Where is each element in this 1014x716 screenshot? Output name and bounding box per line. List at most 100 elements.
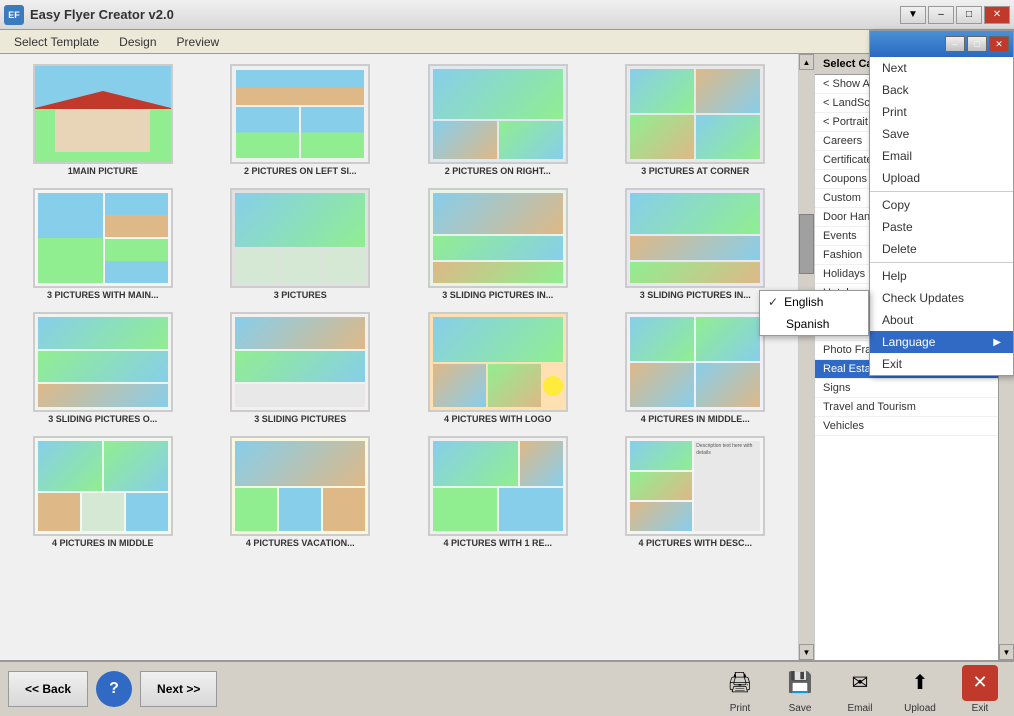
main-content: 1MAIN PICTURE 2 PICTURES ON LEFT SI... <box>0 54 1014 660</box>
tab-select-template[interactable]: Select Template <box>4 33 109 51</box>
lang-item-spanish[interactable]: Spanish <box>760 313 868 335</box>
list-item[interactable]: 3 PICTURES AT CORNER <box>601 62 791 178</box>
close-btn[interactable]: ✕ <box>984 6 1010 24</box>
next-button[interactable]: Next >> <box>140 671 217 707</box>
dd-maximize[interactable]: □ <box>967 36 987 52</box>
list-item[interactable]: 4 PICTURES IN MIDDLE <box>8 434 198 550</box>
template-label: 4 PICTURES WITH DESC... <box>638 538 752 548</box>
bottom-toolbar: << Back ? Next >> 🖨 Print 💾 Save ✉ Email… <box>0 660 1014 716</box>
template-label: 3 PICTURES WITH MAIN... <box>47 290 159 300</box>
scroll-up-arrow[interactable]: ▲ <box>799 54 814 70</box>
list-item[interactable]: 4 PICTURES VACATION... <box>206 434 396 550</box>
title-bar-left: EF Easy Flyer Creator v2.0 <box>4 5 174 25</box>
dd-item-email[interactable]: Email <box>870 145 1013 167</box>
dd-item-checkupdates[interactable]: Check Updates <box>870 287 1013 309</box>
minimize-btn[interactable]: – <box>928 6 954 24</box>
template-label: 3 PICTURES AT CORNER <box>641 166 749 176</box>
dd-item-copy[interactable]: Copy <box>870 194 1013 216</box>
dd-item-print[interactable]: Print <box>870 101 1013 123</box>
template-thumb <box>428 312 568 412</box>
category-item-vehicles[interactable]: Vehicles <box>815 417 998 436</box>
template-label: 3 SLIDING PICTURES IN... <box>442 290 553 300</box>
upload-label: Upload <box>904 703 936 714</box>
list-item[interactable]: 3 SLIDING PICTURES IN... <box>601 186 791 302</box>
app-icon: EF <box>4 5 24 25</box>
scroll-thumb[interactable] <box>799 214 814 274</box>
maximize-btn[interactable]: □ <box>956 6 982 24</box>
list-item[interactable]: 4 PICTURES WITH LOGO <box>403 310 593 426</box>
template-thumb <box>33 436 173 536</box>
email-label: Email <box>847 703 872 714</box>
upload-button[interactable]: ⬆ Upload <box>894 665 946 714</box>
title-bar: EF Easy Flyer Creator v2.0 ▼ – □ ✕ <box>0 0 1014 30</box>
dd-close[interactable]: ✕ <box>989 36 1009 52</box>
list-item[interactable]: 1MAIN PICTURE <box>8 62 198 178</box>
template-thumb <box>625 188 765 288</box>
template-label: 2 PICTURES ON RIGHT... <box>445 166 551 176</box>
category-item-travel[interactable]: Travel and Tourism <box>815 398 998 417</box>
dropdown-menu: – □ ✕ Next Back Print Save Email Upload … <box>869 30 1014 376</box>
category-item-signs[interactable]: Signs <box>815 379 998 398</box>
template-label: 4 PICTURES WITH LOGO <box>444 414 552 424</box>
email-button[interactable]: ✉ Email <box>834 665 886 714</box>
template-label: 4 PICTURES IN MIDDLE... <box>641 414 750 424</box>
dd-item-help[interactable]: Help <box>870 265 1013 287</box>
template-label: 1MAIN PICTURE <box>68 166 138 176</box>
dd-item-exit[interactable]: Exit <box>870 353 1013 375</box>
grid-scrollbar[interactable]: ▲ ▼ <box>798 54 814 660</box>
list-item[interactable]: 3 SLIDING PICTURES <box>206 310 396 426</box>
dd-item-language[interactable]: Language ▶ <box>870 331 1013 353</box>
dd-minimize[interactable]: – <box>945 36 965 52</box>
dd-item-upload[interactable]: Upload <box>870 167 1013 189</box>
back-button[interactable]: << Back <box>8 671 88 707</box>
template-thumb <box>428 436 568 536</box>
template-label: 3 SLIDING PICTURES <box>254 414 346 424</box>
sidebar-scroll-down[interactable]: ▼ <box>999 644 1014 660</box>
help-button[interactable]: ? <box>96 671 132 707</box>
exit-icon: ✕ <box>962 665 998 701</box>
print-button[interactable]: 🖨 Print <box>714 665 766 714</box>
email-icon: ✉ <box>842 665 878 701</box>
dd-item-save[interactable]: Save <box>870 123 1013 145</box>
dd-separator-2 <box>870 262 1013 263</box>
template-thumb <box>428 64 568 164</box>
template-thumb <box>625 312 765 412</box>
list-item[interactable]: 4 PICTURES WITH 1 RE... <box>403 434 593 550</box>
scroll-down-arrow[interactable]: ▼ <box>799 644 814 660</box>
tab-design[interactable]: Design <box>109 33 166 51</box>
template-label: 4 PICTURES WITH 1 RE... <box>443 538 552 548</box>
template-thumb <box>33 312 173 412</box>
template-label: 2 PICTURES ON LEFT SI... <box>244 166 357 176</box>
dropdown-header: – □ ✕ <box>870 31 1013 57</box>
template-thumb <box>33 64 173 164</box>
exit-button[interactable]: ✕ Exit <box>954 665 1006 714</box>
dd-separator-1 <box>870 191 1013 192</box>
list-item[interactable]: 3 PICTURES <box>206 186 396 302</box>
upload-icon: ⬆ <box>902 665 938 701</box>
list-item[interactable]: 3 SLIDING PICTURES O... <box>8 310 198 426</box>
tab-preview[interactable]: Preview <box>167 33 230 51</box>
dd-item-paste[interactable]: Paste <box>870 216 1013 238</box>
app-title: Easy Flyer Creator v2.0 <box>30 7 174 22</box>
save-label: Save <box>789 703 812 714</box>
lang-spanish-label: Spanish <box>786 317 829 331</box>
lang-item-english[interactable]: ✓ English <box>760 291 868 313</box>
list-item[interactable]: 2 PICTURES ON RIGHT... <box>403 62 593 178</box>
list-item[interactable]: 3 PICTURES WITH MAIN... <box>8 186 198 302</box>
list-item[interactable]: Description text here with details 4 PIC… <box>601 434 791 550</box>
template-grid-wrapper[interactable]: 1MAIN PICTURE 2 PICTURES ON LEFT SI... <box>0 54 798 660</box>
list-item[interactable]: 3 SLIDING PICTURES IN... <box>403 186 593 302</box>
dd-item-about[interactable]: About <box>870 309 1013 331</box>
dropdown-arrow-btn[interactable]: ▼ <box>900 6 926 24</box>
dd-item-delete[interactable]: Delete <box>870 238 1013 260</box>
language-submenu: ✓ English Spanish <box>759 290 869 336</box>
template-label: 3 PICTURES <box>274 290 327 300</box>
template-thumb <box>230 436 370 536</box>
template-thumb: Description text here with details <box>625 436 765 536</box>
list-item[interactable]: 2 PICTURES ON LEFT SI... <box>206 62 396 178</box>
title-bar-controls: ▼ – □ ✕ <box>900 6 1010 24</box>
dd-item-next[interactable]: Next <box>870 57 1013 79</box>
dd-item-back[interactable]: Back <box>870 79 1013 101</box>
save-button[interactable]: 💾 Save <box>774 665 826 714</box>
dd-language-arrow: ▶ <box>993 337 1001 348</box>
